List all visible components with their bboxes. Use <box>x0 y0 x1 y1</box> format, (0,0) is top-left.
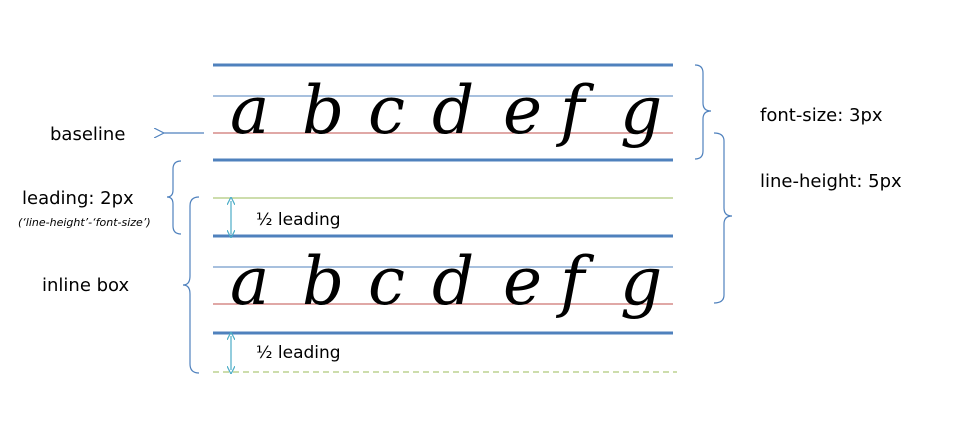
half-leading-label-bottom: ½ leading <box>256 343 341 363</box>
glyph-d: d <box>432 243 474 320</box>
glyph-f: f <box>555 243 595 320</box>
font-size-bracket <box>694 64 712 160</box>
glyph-c: c <box>368 243 405 320</box>
glyph-f: f <box>555 72 595 149</box>
glyph-g: g <box>620 72 662 149</box>
glyph-a: a <box>230 243 269 320</box>
glyph-b: b <box>302 243 344 320</box>
half-leading-label-top: ½ leading <box>256 210 341 230</box>
glyph-row-1: a b c d e f g <box>230 72 662 149</box>
line-height-bracket <box>713 132 733 304</box>
font-size-label: font-size: 3px <box>760 105 883 126</box>
line-height-label: line-height: 5px <box>760 171 902 192</box>
inline-box-label: inline box <box>42 275 130 296</box>
line-height-diagram: a b c d e f g a b c d e f g ½ leading ½ … <box>18 63 902 432</box>
inline-box-bracket <box>182 196 200 374</box>
glyph-a: a <box>230 72 269 149</box>
glyph-c: c <box>368 72 405 149</box>
glyph-d: d <box>432 72 474 149</box>
glyph-e: e <box>503 72 542 149</box>
baseline-label: baseline <box>50 124 125 145</box>
leading-bracket <box>166 160 182 235</box>
glyph-b: b <box>302 72 344 149</box>
glyph-row-2: a b c d e f g <box>230 243 662 320</box>
leading-formula-label: (‘line-height’-‘font-size’) <box>18 216 151 229</box>
glyph-e: e <box>503 243 542 320</box>
leading-label: leading: 2px <box>22 188 134 209</box>
glyph-g: g <box>620 243 662 320</box>
